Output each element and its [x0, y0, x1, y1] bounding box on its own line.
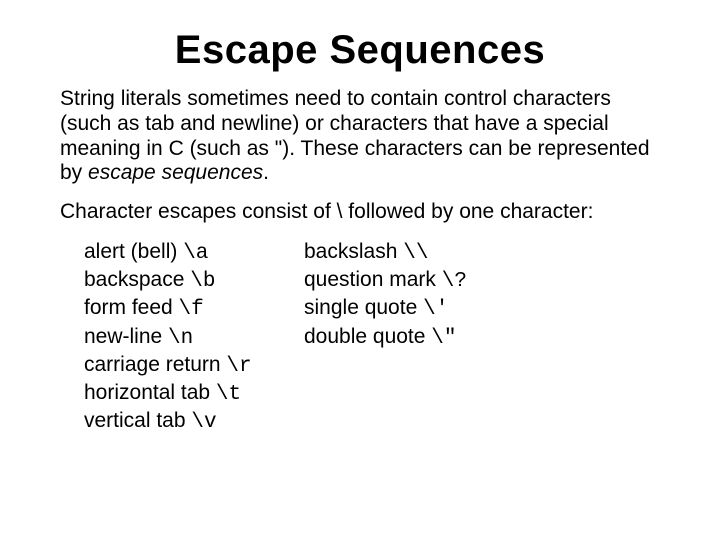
list-item: form feed \f [84, 295, 304, 323]
escape-code: \" [431, 327, 456, 350]
escape-code: \t [216, 383, 241, 406]
escape-label: double quote [304, 325, 431, 348]
list-item: new-line \n [84, 324, 304, 352]
list-item: backspace \b [84, 267, 304, 295]
list-item: backslash \\ [304, 239, 467, 267]
list-item: carriage return \r [84, 352, 304, 380]
escape-code: \b [190, 270, 215, 293]
list-item: single quote \' [304, 295, 467, 323]
escape-label: carriage return [84, 353, 226, 376]
escape-code: \v [191, 411, 216, 434]
paragraph-intro: String literals sometimes need to contai… [60, 87, 660, 186]
slide: Escape Sequences String literals sometim… [0, 0, 720, 437]
escape-columns: alert (bell) \a backspace \b form feed \… [60, 239, 660, 437]
list-item: vertical tab \v [84, 408, 304, 436]
escape-col-right: backslash \\ question mark \? single quo… [304, 239, 467, 437]
escape-label: new-line [84, 325, 168, 348]
list-item: double quote \" [304, 324, 467, 352]
escape-code: \a [183, 242, 208, 265]
intro-text-c: . [263, 161, 269, 184]
list-item: horizontal tab \t [84, 380, 304, 408]
escape-code: \? [442, 270, 467, 293]
intro-text-italic: escape sequences [88, 161, 263, 184]
slide-title: Escape Sequences [60, 28, 660, 73]
escape-label: backspace [84, 268, 190, 291]
escape-code: \\ [403, 242, 428, 265]
escape-label: question mark [304, 268, 442, 291]
escape-label: vertical tab [84, 409, 191, 432]
escape-code: \n [168, 327, 193, 350]
escape-code: \r [226, 355, 251, 378]
list-item: question mark \? [304, 267, 467, 295]
escape-label: backslash [304, 240, 403, 263]
paragraph-lead: Character escapes consist of \ followed … [60, 200, 660, 225]
escape-label: alert (bell) [84, 240, 183, 263]
escape-code: \' [423, 298, 448, 321]
escape-label: form feed [84, 296, 179, 319]
list-item: alert (bell) \a [84, 239, 304, 267]
escape-code: \f [179, 298, 204, 321]
escape-label: single quote [304, 296, 423, 319]
escape-col-left: alert (bell) \a backspace \b form feed \… [84, 239, 304, 437]
escape-label: horizontal tab [84, 381, 216, 404]
